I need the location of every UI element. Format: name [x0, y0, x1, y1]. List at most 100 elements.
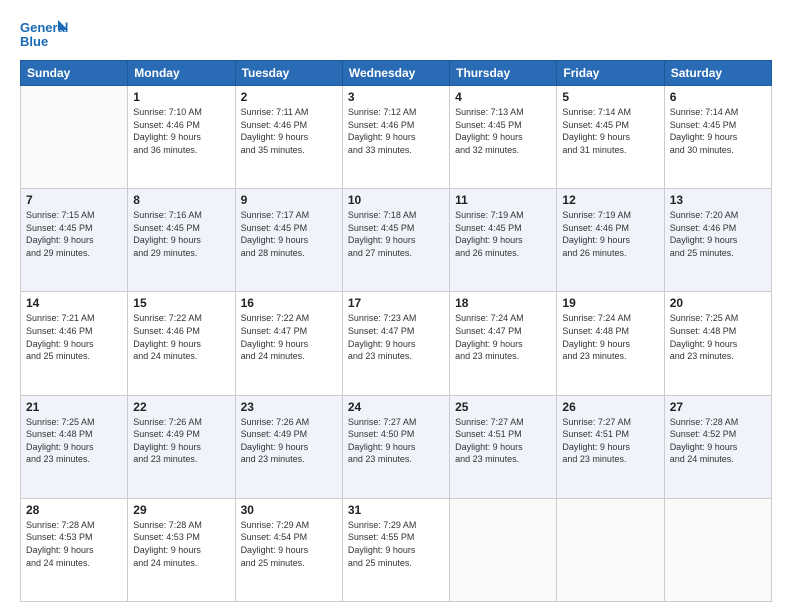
cell-info: Sunrise: 7:13 AM Sunset: 4:45 PM Dayligh… [455, 106, 551, 156]
day-number: 4 [455, 90, 551, 104]
calendar-cell: 3 Sunrise: 7:12 AM Sunset: 4:46 PM Daylig… [342, 86, 449, 189]
day-number: 14 [26, 296, 122, 310]
day-number: 12 [562, 193, 658, 207]
cell-info: Sunrise: 7:20 AM Sunset: 4:46 PM Dayligh… [670, 209, 766, 259]
day-number: 29 [133, 503, 229, 517]
cell-info: Sunrise: 7:19 AM Sunset: 4:45 PM Dayligh… [455, 209, 551, 259]
cell-info: Sunrise: 7:15 AM Sunset: 4:45 PM Dayligh… [26, 209, 122, 259]
cell-info: Sunrise: 7:18 AM Sunset: 4:45 PM Dayligh… [348, 209, 444, 259]
calendar-cell: 19Sunrise: 7:24 AM Sunset: 4:48 PM Dayli… [557, 292, 664, 395]
calendar-cell: 13 Sunrise: 7:20 AM Sunset: 4:46 PM Dayli… [664, 189, 771, 292]
cell-info: Sunrise: 7:19 AM Sunset: 4:46 PM Dayligh… [562, 209, 658, 259]
day-number: 25 [455, 400, 551, 414]
calendar-table: SundayMondayTuesdayWednesdayThursdayFrid… [20, 60, 772, 602]
week-row-5: 28Sunrise: 7:28 AM Sunset: 4:53 PM Dayli… [21, 498, 772, 601]
day-number: 3 [348, 90, 444, 104]
logo: GeneralBlue [20, 18, 70, 50]
page: GeneralBlue SundayMondayTuesdayWednesday… [0, 0, 792, 612]
cell-info: Sunrise: 7:25 AM Sunset: 4:48 PM Dayligh… [26, 416, 122, 466]
cell-info: Sunrise: 7:26 AM Sunset: 4:49 PM Dayligh… [241, 416, 337, 466]
cell-info: Sunrise: 7:24 AM Sunset: 4:47 PM Dayligh… [455, 312, 551, 362]
col-header-tuesday: Tuesday [235, 61, 342, 86]
cell-info: Sunrise: 7:29 AM Sunset: 4:54 PM Dayligh… [241, 519, 337, 569]
day-number: 13 [670, 193, 766, 207]
cell-info: Sunrise: 7:27 AM Sunset: 4:50 PM Dayligh… [348, 416, 444, 466]
logo-svg: GeneralBlue [20, 18, 70, 50]
cell-info: Sunrise: 7:23 AM Sunset: 4:47 PM Dayligh… [348, 312, 444, 362]
cell-info: Sunrise: 7:21 AM Sunset: 4:46 PM Dayligh… [26, 312, 122, 362]
col-header-saturday: Saturday [664, 61, 771, 86]
cell-info: Sunrise: 7:27 AM Sunset: 4:51 PM Dayligh… [562, 416, 658, 466]
header: GeneralBlue [20, 18, 772, 50]
week-row-4: 21 Sunrise: 7:25 AM Sunset: 4:48 PM Dayli… [21, 395, 772, 498]
cell-info: Sunrise: 7:28 AM Sunset: 4:53 PM Dayligh… [133, 519, 229, 569]
calendar-cell: 16 Sunrise: 7:22 AM Sunset: 4:47 PM Dayli… [235, 292, 342, 395]
cell-info: Sunrise: 7:14 AM Sunset: 4:45 PM Dayligh… [562, 106, 658, 156]
col-header-monday: Monday [128, 61, 235, 86]
day-number: 1 [133, 90, 229, 104]
day-number: 5 [562, 90, 658, 104]
svg-text:Blue: Blue [20, 34, 48, 49]
calendar-cell: 1 Sunrise: 7:10 AM Sunset: 4:46 PM Daylig… [128, 86, 235, 189]
day-number: 30 [241, 503, 337, 517]
day-number: 24 [348, 400, 444, 414]
day-number: 16 [241, 296, 337, 310]
day-number: 11 [455, 193, 551, 207]
day-number: 21 [26, 400, 122, 414]
cell-info: Sunrise: 7:28 AM Sunset: 4:53 PM Dayligh… [26, 519, 122, 569]
calendar-cell: 26 Sunrise: 7:27 AM Sunset: 4:51 PM Dayli… [557, 395, 664, 498]
calendar-header-row: SundayMondayTuesdayWednesdayThursdayFrid… [21, 61, 772, 86]
day-number: 9 [241, 193, 337, 207]
cell-info: Sunrise: 7:11 AM Sunset: 4:46 PM Dayligh… [241, 106, 337, 156]
calendar-cell: 31 Sunrise: 7:29 AM Sunset: 4:55 PM Dayli… [342, 498, 449, 601]
day-number: 31 [348, 503, 444, 517]
cell-info: Sunrise: 7:27 AM Sunset: 4:51 PM Dayligh… [455, 416, 551, 466]
col-header-thursday: Thursday [450, 61, 557, 86]
calendar-cell [450, 498, 557, 601]
calendar-cell: 12 Sunrise: 7:19 AM Sunset: 4:46 PM Dayli… [557, 189, 664, 292]
cell-info: Sunrise: 7:24 AM Sunset: 4:48 PM Dayligh… [562, 312, 658, 362]
day-number: 26 [562, 400, 658, 414]
calendar-cell: 7Sunrise: 7:15 AM Sunset: 4:45 PM Daylig… [21, 189, 128, 292]
cell-info: Sunrise: 7:10 AM Sunset: 4:46 PM Dayligh… [133, 106, 229, 156]
calendar-cell [557, 498, 664, 601]
day-number: 18 [455, 296, 551, 310]
day-number: 10 [348, 193, 444, 207]
calendar-cell: 9 Sunrise: 7:17 AM Sunset: 4:45 PM Daylig… [235, 189, 342, 292]
cell-info: Sunrise: 7:22 AM Sunset: 4:46 PM Dayligh… [133, 312, 229, 362]
cell-info: Sunrise: 7:17 AM Sunset: 4:45 PM Dayligh… [241, 209, 337, 259]
calendar-cell: 24 Sunrise: 7:27 AM Sunset: 4:50 PM Dayli… [342, 395, 449, 498]
col-header-wednesday: Wednesday [342, 61, 449, 86]
calendar-cell: 18 Sunrise: 7:24 AM Sunset: 4:47 PM Dayli… [450, 292, 557, 395]
cell-info: Sunrise: 7:16 AM Sunset: 4:45 PM Dayligh… [133, 209, 229, 259]
cell-info: Sunrise: 7:29 AM Sunset: 4:55 PM Dayligh… [348, 519, 444, 569]
week-row-3: 14 Sunrise: 7:21 AM Sunset: 4:46 PM Dayli… [21, 292, 772, 395]
cell-info: Sunrise: 7:12 AM Sunset: 4:46 PM Dayligh… [348, 106, 444, 156]
day-number: 8 [133, 193, 229, 207]
cell-info: Sunrise: 7:25 AM Sunset: 4:48 PM Dayligh… [670, 312, 766, 362]
day-number: 23 [241, 400, 337, 414]
week-row-2: 7Sunrise: 7:15 AM Sunset: 4:45 PM Daylig… [21, 189, 772, 292]
cell-info: Sunrise: 7:26 AM Sunset: 4:49 PM Dayligh… [133, 416, 229, 466]
day-number: 22 [133, 400, 229, 414]
calendar-cell: 29 Sunrise: 7:28 AM Sunset: 4:53 PM Dayli… [128, 498, 235, 601]
calendar-cell: 23 Sunrise: 7:26 AM Sunset: 4:49 PM Dayli… [235, 395, 342, 498]
calendar-cell: 4 Sunrise: 7:13 AM Sunset: 4:45 PM Daylig… [450, 86, 557, 189]
cell-info: Sunrise: 7:22 AM Sunset: 4:47 PM Dayligh… [241, 312, 337, 362]
calendar-cell: 6Sunrise: 7:14 AM Sunset: 4:45 PM Daylig… [664, 86, 771, 189]
col-header-sunday: Sunday [21, 61, 128, 86]
week-row-1: 1 Sunrise: 7:10 AM Sunset: 4:46 PM Daylig… [21, 86, 772, 189]
calendar-cell: 21 Sunrise: 7:25 AM Sunset: 4:48 PM Dayli… [21, 395, 128, 498]
calendar-cell: 25 Sunrise: 7:27 AM Sunset: 4:51 PM Dayli… [450, 395, 557, 498]
calendar-cell: 11 Sunrise: 7:19 AM Sunset: 4:45 PM Dayli… [450, 189, 557, 292]
calendar-cell [21, 86, 128, 189]
day-number: 17 [348, 296, 444, 310]
calendar-cell: 8 Sunrise: 7:16 AM Sunset: 4:45 PM Daylig… [128, 189, 235, 292]
calendar-cell: 28Sunrise: 7:28 AM Sunset: 4:53 PM Dayli… [21, 498, 128, 601]
day-number: 15 [133, 296, 229, 310]
calendar-cell: 17 Sunrise: 7:23 AM Sunset: 4:47 PM Dayli… [342, 292, 449, 395]
calendar-cell: 14 Sunrise: 7:21 AM Sunset: 4:46 PM Dayli… [21, 292, 128, 395]
calendar-cell: 5 Sunrise: 7:14 AM Sunset: 4:45 PM Daylig… [557, 86, 664, 189]
cell-info: Sunrise: 7:14 AM Sunset: 4:45 PM Dayligh… [670, 106, 766, 156]
calendar-cell: 10 Sunrise: 7:18 AM Sunset: 4:45 PM Dayli… [342, 189, 449, 292]
